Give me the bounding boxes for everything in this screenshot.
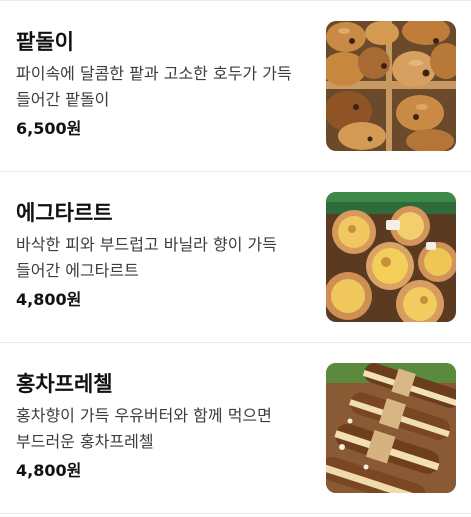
menu-item-description: 바삭한 피와 부드럽고 바닐라 향이 가득 들어간 에그타르트 (16, 235, 277, 280)
menu-item-name: 에그타르트 (16, 201, 113, 225)
menu-item-price: 6,500원 (16, 119, 82, 138)
menu-item-tea-pretzel[interactable]: 홍차프레첼 홍차향이 가득 우유버터와 함께 먹으면 부드러운 홍차프레첼 4,… (0, 343, 471, 513)
egg-tart-photo-icon (326, 192, 456, 322)
menu-item-price: 4,800원 (16, 461, 82, 480)
divider (0, 513, 471, 514)
menu-item-name: 홍차프레첼 (16, 372, 113, 396)
menu-item-name: 팥돌이 (16, 30, 74, 54)
menu-list: 팥돌이 파이속에 달콤한 팥과 고소한 호두가 가득 들어간 팥돌이 6,500… (0, 0, 471, 517)
bread-photo-icon (326, 21, 456, 151)
menu-item-patdori[interactable]: 팥돌이 파이속에 달콤한 팥과 고소한 호두가 가득 들어간 팥돌이 6,500… (0, 1, 471, 171)
menu-item-price: 4,800원 (16, 290, 82, 309)
pretzel-photo-icon (326, 363, 456, 493)
menu-item-description: 파이속에 달콤한 팥과 고소한 호두가 가득 들어간 팥돌이 (16, 64, 292, 109)
menu-item-description: 홍차향이 가득 우유버터와 함께 먹으면 부드러운 홍차프레첼 (16, 406, 272, 451)
menu-item-egg-tart[interactable]: 에그타르트 바삭한 피와 부드럽고 바닐라 향이 가득 들어간 에그타르트 4,… (0, 172, 471, 342)
